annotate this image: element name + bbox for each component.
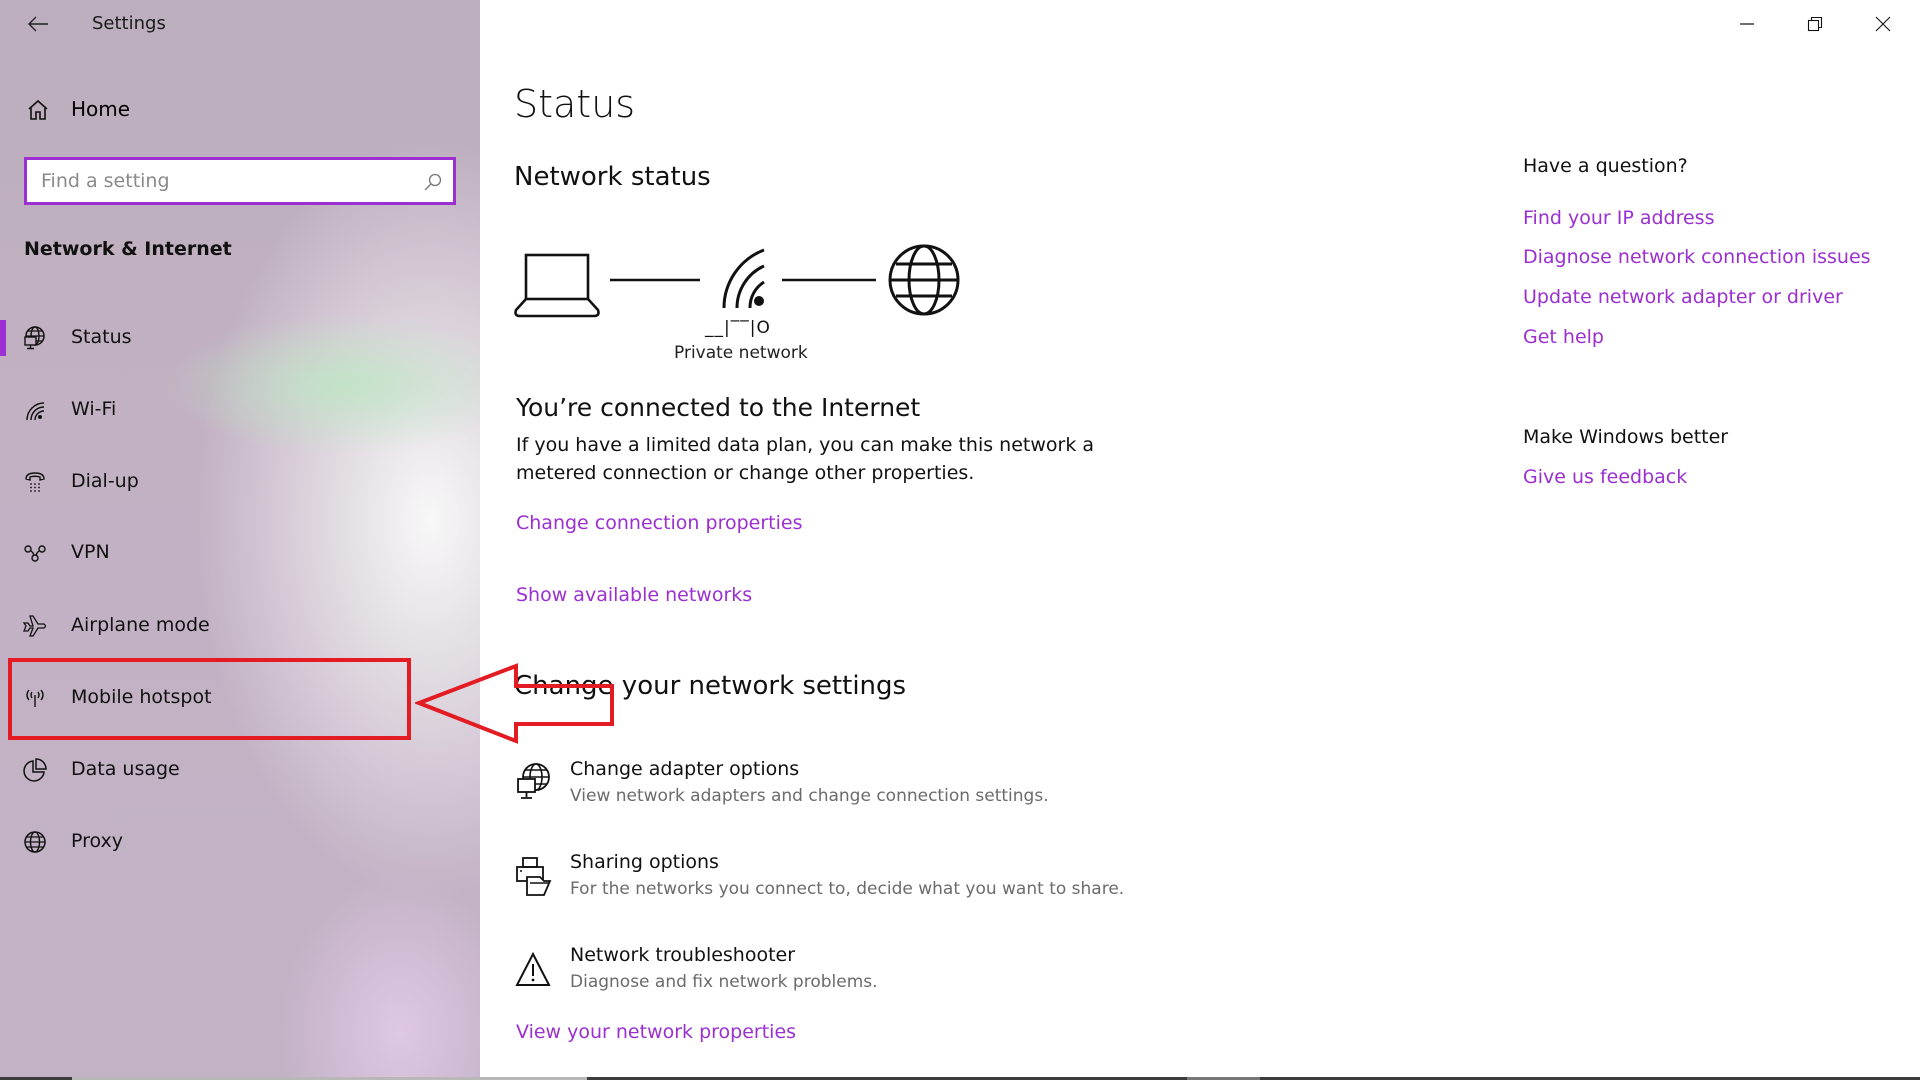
sidebar-item-label: Dial-up <box>71 470 139 492</box>
sharing-options[interactable]: Sharing options For the networks you con… <box>514 851 1214 911</box>
arrow-left-icon <box>28 16 48 32</box>
globe-monitor-icon <box>24 326 45 350</box>
network-troubleshooter[interactable]: Network troubleshooter Diagnose and fix … <box>514 944 1214 1004</box>
wifi-icon <box>26 402 45 421</box>
sidebar-item-label: Proxy <box>71 830 124 852</box>
sidebar-item-wifi[interactable]: Wi-Fi <box>0 380 480 440</box>
update-adapter-link[interactable]: Update network adapter or driver <box>1523 286 1843 308</box>
airplane-icon <box>22 615 47 637</box>
sidebar-item-vpn[interactable]: VPN <box>0 523 480 583</box>
change-connection-properties-link[interactable]: Change connection properties <box>516 512 802 534</box>
sidebar-item-data-usage[interactable]: Data usage <box>0 740 480 800</box>
app-title: Settings <box>92 13 166 34</box>
sharing-icon <box>516 857 552 896</box>
restore-icon <box>1807 16 1823 32</box>
vpn-icon <box>24 545 46 562</box>
wifi-icon <box>722 248 765 309</box>
sidebar-item-dialup[interactable]: Dial-up <box>0 452 480 512</box>
globe-icon <box>24 831 46 853</box>
network-status-heading: Network status <box>514 162 711 192</box>
show-available-networks-link[interactable]: Show available networks <box>516 584 752 606</box>
search-icon[interactable] <box>423 172 443 192</box>
sidebar-item-label: Wi-Fi <box>71 398 117 420</box>
option-title: Network troubleshooter <box>570 944 796 966</box>
sidebar-item-home[interactable]: Home <box>0 92 480 128</box>
warning-icon <box>515 951 551 986</box>
connected-description: If you have a limited data plan, you can… <box>516 434 1095 484</box>
hotspot-icon <box>26 689 44 707</box>
back-button[interactable] <box>24 10 52 38</box>
adapter-icon <box>517 763 550 799</box>
change-settings-heading: Change your network settings <box>514 671 907 701</box>
home-icon <box>28 99 48 120</box>
find-ip-address-link[interactable]: Find your IP address <box>1523 207 1714 229</box>
phone-icon <box>25 472 45 492</box>
search-box[interactable] <box>24 157 456 205</box>
option-description: For the networks you connect to, decide … <box>570 879 1125 899</box>
option-title: Sharing options <box>570 851 719 873</box>
network-name: __|‾‾|O <box>705 318 771 338</box>
sidebar-item-label: Data usage <box>71 758 180 780</box>
sidebar: Settings Home Network & Internet Status … <box>0 0 480 1080</box>
diagnose-network-link[interactable]: Diagnose network connection issues <box>1523 246 1871 268</box>
make-windows-better-heading: Make Windows better <box>1523 426 1729 448</box>
network-type-label: Private network <box>674 343 808 363</box>
sidebar-item-label: VPN <box>71 541 110 563</box>
give-feedback-link[interactable]: Give us feedback <box>1523 466 1687 488</box>
close-button[interactable] <box>1849 0 1917 48</box>
section-title: Network & Internet <box>24 238 232 260</box>
get-help-link[interactable]: Get help <box>1523 326 1604 348</box>
close-icon <box>1875 16 1891 32</box>
minimize-button[interactable] <box>1713 0 1781 48</box>
sidebar-item-label: Mobile hotspot <box>71 686 212 708</box>
sidebar-item-status[interactable]: Status <box>0 308 480 368</box>
sidebar-item-label: Home <box>71 97 131 121</box>
option-description: View network adapters and change connect… <box>570 786 1049 806</box>
restore-button[interactable] <box>1781 0 1849 48</box>
globe-icon <box>888 244 960 316</box>
sidebar-item-label: Airplane mode <box>71 614 210 636</box>
laptop-icon <box>514 253 600 318</box>
minimize-icon <box>1740 23 1754 25</box>
have-a-question-heading: Have a question? <box>1523 155 1688 177</box>
option-title: Change adapter options <box>570 758 800 780</box>
sidebar-item-proxy[interactable]: Proxy <box>0 812 480 872</box>
option-description: Diagnose and fix network problems. <box>570 972 878 992</box>
connected-heading: You’re connected to the Internet <box>516 393 921 422</box>
sidebar-item-mobile-hotspot[interactable]: Mobile hotspot <box>0 668 480 728</box>
sidebar-item-label: Status <box>71 326 132 348</box>
change-adapter-options[interactable]: Change adapter options View network adap… <box>514 758 1214 818</box>
search-input[interactable] <box>41 160 401 202</box>
pie-chart-icon <box>23 758 47 782</box>
sidebar-item-airplane-mode[interactable]: Airplane mode <box>0 596 480 656</box>
view-network-properties-link[interactable]: View your network properties <box>516 1021 796 1043</box>
page-title: Status <box>514 82 636 126</box>
